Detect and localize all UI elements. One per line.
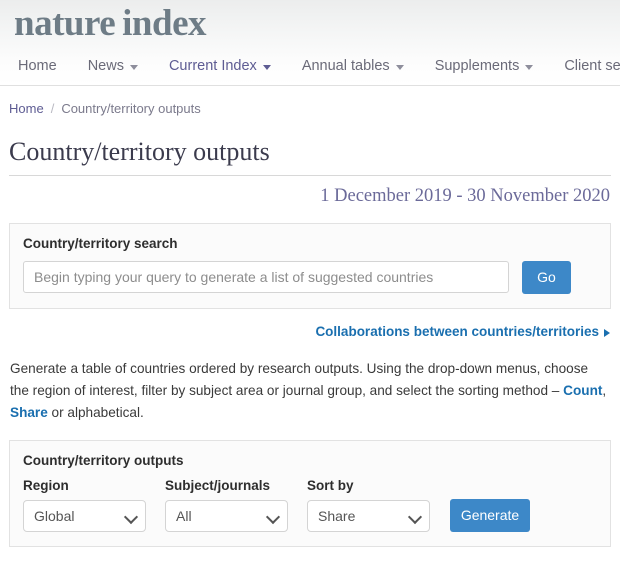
- country-search-row: Go: [23, 260, 597, 294]
- nav-item-home-label: Home: [18, 58, 57, 74]
- subject-journals-field: Subject/journals All: [165, 478, 288, 532]
- date-range: 1 December 2019 - 30 November 2020: [320, 185, 610, 206]
- subject-journals-select-wrap: All: [165, 499, 288, 532]
- site-logo[interactable]: nature index: [14, 2, 207, 46]
- generate-button[interactable]: Generate: [450, 498, 530, 532]
- nav-item-client-services-label: Client serv: [564, 58, 620, 74]
- search-go-button[interactable]: Go: [522, 260, 571, 294]
- nav-item-client-services[interactable]: Client serv: [564, 58, 620, 74]
- subject-journals-label: Subject/journals: [165, 477, 271, 493]
- region-select-value: Global: [34, 507, 75, 524]
- main-navigation: Home News Current Index Annual tables Su…: [18, 58, 620, 74]
- country-search-input[interactable]: [23, 261, 509, 294]
- outputs-filter-row: Region Global Subject/journals All Sort …: [23, 478, 597, 532]
- triangle-right-icon: [604, 328, 610, 337]
- nav-item-supplements-label: Supplements: [434, 58, 520, 74]
- nav-item-home[interactable]: Home: [18, 58, 57, 74]
- subject-journals-select-value: All: [176, 507, 192, 524]
- breadcrumb-home-link[interactable]: Home: [9, 101, 44, 116]
- country-outputs-panel-title: Country/territory outputs: [23, 452, 184, 468]
- nav-item-news[interactable]: News: [88, 58, 138, 74]
- nav-item-current-index-label: Current Index: [168, 58, 257, 74]
- page-content: Home / Country/territory outputs Country/t…: [0, 101, 620, 547]
- subject-journals-select[interactable]: All: [165, 499, 288, 532]
- intro-text-part1: Generate a table of countries ordered by…: [10, 360, 589, 398]
- collaborations-link-label: Collaborations between countries/territo…: [315, 323, 599, 339]
- logo-word-nature: nature: [14, 3, 116, 44]
- nav-item-supplements[interactable]: Supplements: [435, 58, 534, 74]
- sort-by-select-wrap: Share: [307, 499, 430, 532]
- intro-comma: ,: [602, 382, 607, 398]
- intro-paragraph: Generate a table of countries ordered by…: [9, 358, 611, 424]
- breadcrumb-separator: /: [50, 101, 55, 116]
- region-select-wrap: Global: [23, 499, 146, 532]
- sort-by-select-value: Share: [318, 507, 356, 524]
- collaborations-link-row: Collaborations between countries/territo…: [9, 323, 611, 341]
- nav-item-annual-tables-label: Annual tables: [301, 58, 390, 74]
- country-outputs-panel: Country/territory outputs Region Global …: [9, 439, 611, 547]
- breadcrumb-current: Country/territory outputs: [61, 101, 201, 116]
- country-search-panel: Country/territory search Go: [9, 222, 611, 309]
- collaborations-link[interactable]: Collaborations between countries/territo…: [315, 324, 610, 339]
- chevron-down-icon: [525, 64, 534, 70]
- chevron-down-icon: [395, 64, 404, 70]
- logo-word-index: index: [122, 3, 207, 44]
- sort-by-field: Sort by Share: [307, 478, 430, 532]
- count-link[interactable]: Count: [563, 383, 602, 398]
- chevron-down-icon: [262, 64, 271, 70]
- region-select[interactable]: Global: [23, 499, 146, 532]
- chevron-down-icon: [129, 64, 138, 70]
- page-title: Country/territory outputs: [9, 137, 270, 166]
- nav-item-current-index[interactable]: Current Index: [169, 58, 271, 74]
- nav-item-news-label: News: [87, 58, 124, 74]
- region-field: Region Global: [23, 478, 146, 532]
- intro-text-part2: or alphabetical.: [47, 404, 144, 420]
- sort-by-label: Sort by: [307, 477, 354, 493]
- region-label: Region: [23, 477, 69, 493]
- nav-item-annual-tables[interactable]: Annual tables: [302, 58, 404, 74]
- breadcrumb: Home / Country/territory outputs: [9, 101, 611, 116]
- share-link[interactable]: Share: [10, 405, 48, 420]
- title-divider: [9, 174, 611, 176]
- country-search-panel-title: Country/territory search: [23, 235, 178, 251]
- sort-by-select[interactable]: Share: [307, 499, 430, 532]
- site-header: nature index Home News Current Index Annu…: [0, 0, 620, 86]
